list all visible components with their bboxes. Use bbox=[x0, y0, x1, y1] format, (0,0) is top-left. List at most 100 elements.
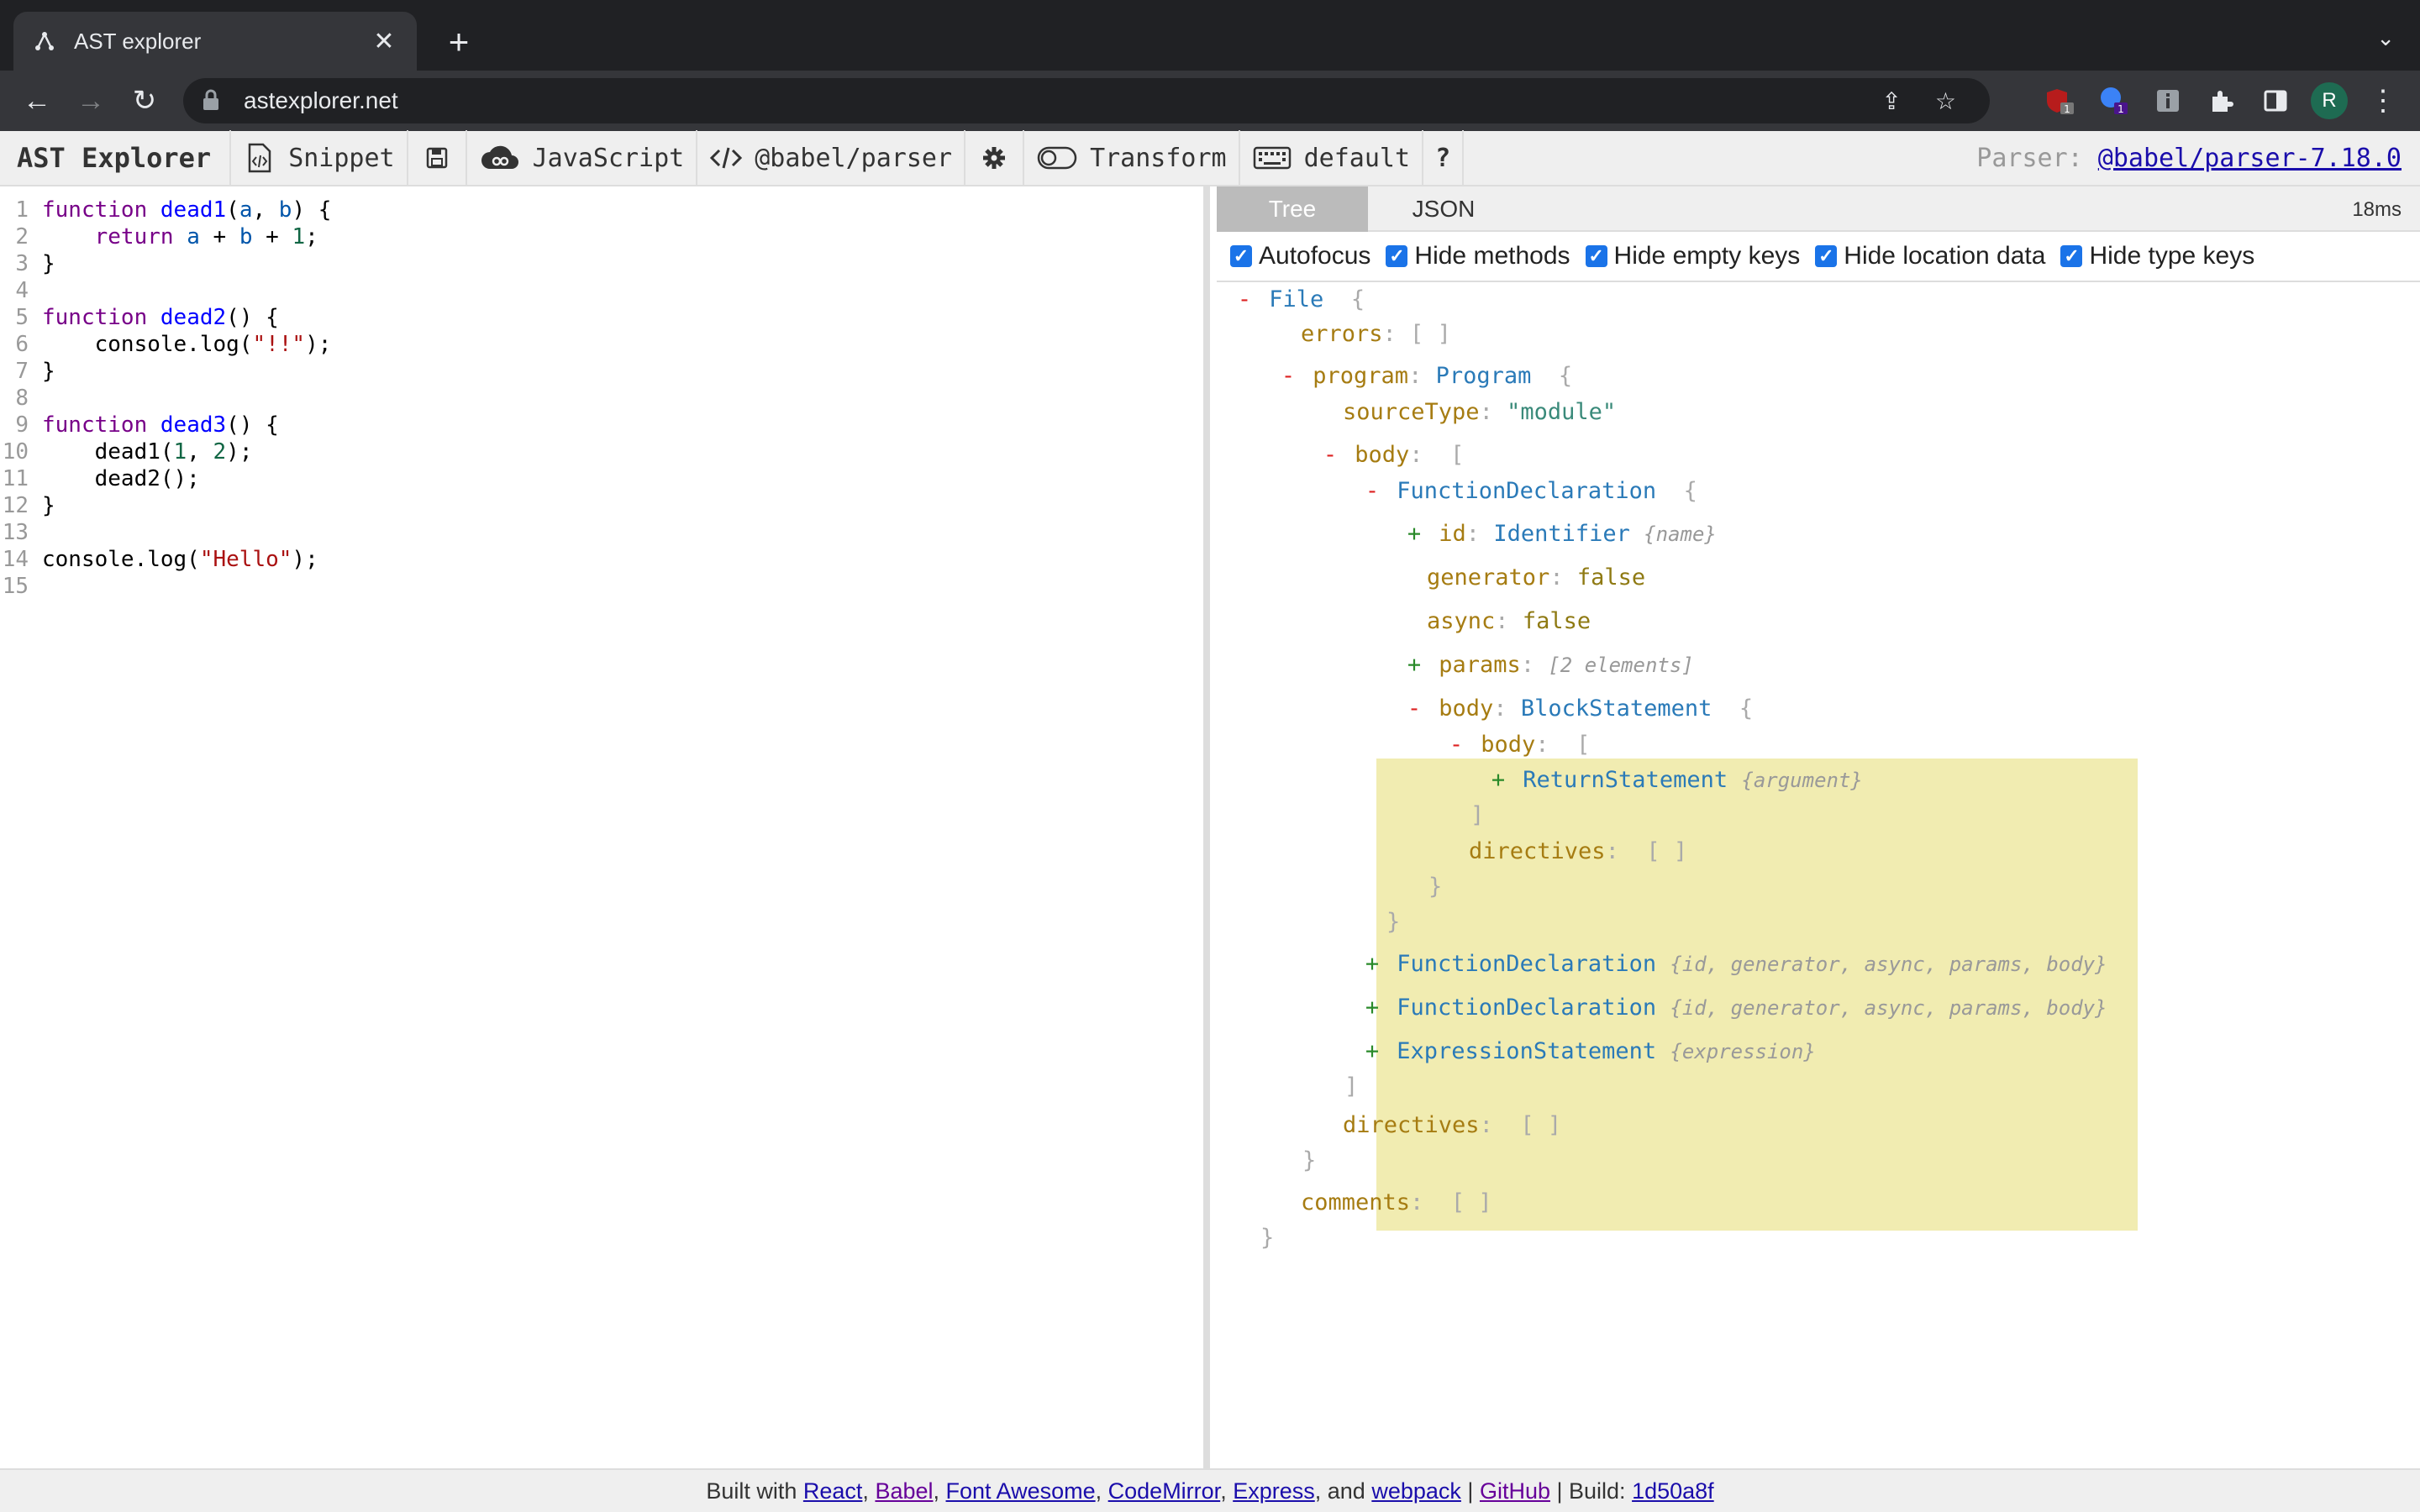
extensions-puzzle-icon[interactable] bbox=[2205, 84, 2238, 118]
code-line[interactable]: 9 function dead3() { bbox=[0, 412, 279, 438]
collapse-toggle[interactable]: - bbox=[1361, 476, 1383, 507]
codemirror-link[interactable]: CodeMirror bbox=[1108, 1478, 1221, 1504]
express-link[interactable]: Express bbox=[1233, 1478, 1315, 1504]
checkbox[interactable]: ✓ bbox=[1815, 245, 1838, 267]
code-line[interactable]: 8 bbox=[0, 385, 42, 412]
expand-toggle[interactable]: + bbox=[1361, 949, 1383, 979]
output-tabs: Tree JSON 18ms bbox=[1217, 186, 2420, 232]
snippet-menu[interactable]: Snippet bbox=[231, 130, 408, 186]
collapse-toggle[interactable]: - bbox=[1403, 694, 1425, 724]
code-line[interactable]: 12} bbox=[0, 492, 55, 519]
save-button[interactable] bbox=[408, 130, 467, 186]
collapse-toggle[interactable]: - bbox=[1277, 361, 1299, 391]
code-line[interactable]: 4 bbox=[0, 277, 42, 304]
tree-node-params[interactable]: + params: [2 elements] bbox=[1403, 650, 1694, 680]
hide-methods-option[interactable]: ✓ Hide methods bbox=[1386, 242, 1570, 270]
keymap-select[interactable]: default bbox=[1240, 130, 1424, 186]
checkbox[interactable]: ✓ bbox=[1230, 245, 1252, 267]
code-text[interactable]: dead2(); bbox=[42, 466, 200, 491]
code-editor[interactable]: 1 function dead1(a, b) {2 return a + b + … bbox=[0, 186, 1210, 1468]
code-line[interactable]: 14 console.log("Hello"); bbox=[0, 546, 318, 573]
tree-node-body[interactable]: - body: [ bbox=[1319, 440, 1464, 470]
code-text[interactable]: dead1(1, 2); bbox=[42, 439, 253, 465]
hide-empty-keys-option[interactable]: ✓ Hide empty keys bbox=[1585, 242, 1800, 270]
share-icon[interactable]: ⇪ bbox=[1881, 87, 1901, 115]
reload-icon[interactable]: ↻ bbox=[126, 82, 163, 119]
code-line[interactable]: 10 dead1(1, 2); bbox=[0, 438, 253, 465]
parser-version-link[interactable]: @babel/parser-7.18.0 bbox=[2098, 144, 2402, 173]
help-button[interactable]: ? bbox=[1423, 130, 1465, 186]
toggle-off-icon bbox=[1036, 141, 1078, 175]
collapse-toggle[interactable]: - bbox=[1319, 440, 1341, 470]
tree-node-program[interactable]: - program: Program { bbox=[1277, 361, 1572, 391]
new-tab-icon[interactable]: + bbox=[437, 20, 481, 64]
code-text[interactable]: console.log("Hello"); bbox=[42, 547, 318, 572]
language-select[interactable]: JavaScript bbox=[467, 130, 698, 186]
code-line[interactable]: 7} bbox=[0, 358, 55, 385]
side-panel-icon[interactable] bbox=[2259, 84, 2292, 118]
back-arrow-icon[interactable]: ← bbox=[18, 82, 55, 119]
collapse-toggle[interactable]: - bbox=[1234, 285, 1255, 315]
tree-node-file[interactable]: - File { bbox=[1234, 285, 1365, 315]
tree-node-function-declaration[interactable]: + FunctionDeclaration {id, generator, as… bbox=[1361, 993, 2107, 1023]
checkbox[interactable]: ✓ bbox=[1386, 245, 1408, 267]
collapse-toggle[interactable]: - bbox=[1445, 730, 1467, 760]
tree-node-block-body[interactable]: - body: BlockStatement { bbox=[1403, 694, 1753, 724]
address-bar[interactable]: astexplorer.net ⇪ ☆ bbox=[183, 78, 1990, 123]
browser-tab[interactable]: AST explorer ✕ bbox=[13, 12, 417, 71]
tree-node-return-statement[interactable]: + ReturnStatement {argument} bbox=[1487, 765, 1863, 795]
expand-toggle[interactable]: + bbox=[1487, 765, 1509, 795]
extension-icon[interactable]: 1 bbox=[2097, 84, 2131, 118]
react-link[interactable]: React bbox=[803, 1478, 863, 1504]
code-line[interactable]: 5 function dead2() { bbox=[0, 304, 279, 331]
tab-search-chevron-icon[interactable]: ⌄ bbox=[2376, 25, 2395, 51]
code-text[interactable]: } bbox=[42, 359, 55, 384]
tree-node-function-declaration[interactable]: + FunctionDeclaration {id, generator, as… bbox=[1361, 949, 2107, 979]
autofocus-option[interactable]: ✓ Autofocus bbox=[1230, 242, 1370, 270]
code-text[interactable]: console.log("!!"); bbox=[42, 332, 332, 357]
tree-node-id[interactable]: + id: Identifier {name} bbox=[1403, 519, 1717, 549]
webpack-link[interactable]: webpack bbox=[1371, 1478, 1461, 1504]
checkbox[interactable]: ✓ bbox=[2060, 245, 2083, 267]
expand-toggle[interactable]: + bbox=[1403, 519, 1425, 549]
bookmark-star-icon[interactable]: ☆ bbox=[1935, 87, 1956, 115]
code-line[interactable]: 1 function dead1(a, b) { bbox=[0, 197, 331, 223]
code-line[interactable]: 6 console.log("!!"); bbox=[0, 331, 331, 358]
code-line[interactable]: 15 bbox=[0, 573, 42, 600]
expand-toggle[interactable]: + bbox=[1361, 1037, 1383, 1067]
profile-avatar[interactable]: R bbox=[2311, 82, 2348, 119]
tree-node-inner-body[interactable]: - body: [ bbox=[1445, 730, 1590, 760]
hide-location-data-option[interactable]: ✓ Hide location data bbox=[1815, 242, 2045, 270]
code-line[interactable]: 3} bbox=[0, 250, 55, 277]
code-line[interactable]: 2 return a + b + 1; bbox=[0, 223, 318, 250]
ublock-extension-icon[interactable]: 1 bbox=[2044, 84, 2077, 118]
close-tab-icon[interactable]: ✕ bbox=[370, 27, 398, 56]
expand-toggle[interactable]: + bbox=[1361, 993, 1383, 1023]
code-text[interactable]: } bbox=[42, 251, 55, 276]
build-link[interactable]: 1d50a8f bbox=[1632, 1478, 1714, 1504]
code-text[interactable]: function dead3() { bbox=[42, 412, 279, 438]
parser-select[interactable]: @babel/parser bbox=[697, 130, 966, 186]
tab-json[interactable]: JSON bbox=[1368, 186, 1519, 232]
checkbox[interactable]: ✓ bbox=[1585, 245, 1607, 267]
tree-node-expression-statement[interactable]: + ExpressionStatement {expression} bbox=[1361, 1037, 1816, 1067]
tab-tree[interactable]: Tree bbox=[1217, 186, 1368, 232]
hide-type-keys-option[interactable]: ✓ Hide type keys bbox=[2060, 242, 2254, 270]
code-text[interactable]: function dead1(a, b) { bbox=[42, 197, 331, 223]
code-text[interactable]: return a + b + 1; bbox=[42, 224, 318, 249]
code-line[interactable]: 13 bbox=[0, 519, 42, 546]
github-link[interactable]: GitHub bbox=[1480, 1478, 1550, 1504]
code-text[interactable]: } bbox=[42, 493, 55, 518]
code-text[interactable]: function dead2() { bbox=[42, 305, 279, 330]
code-line[interactable]: 11 dead2(); bbox=[0, 465, 200, 492]
tree-node-function-declaration[interactable]: - FunctionDeclaration { bbox=[1361, 476, 1697, 507]
line-number: 4 bbox=[15, 278, 29, 303]
transform-toggle[interactable]: Transform bbox=[1024, 130, 1240, 186]
parser-settings-button[interactable] bbox=[965, 130, 1025, 186]
info-extension-icon[interactable] bbox=[2151, 84, 2185, 118]
font-awesome-link[interactable]: Font Awesome bbox=[946, 1478, 1096, 1504]
babel-link[interactable]: Babel bbox=[875, 1478, 933, 1504]
expand-toggle[interactable]: + bbox=[1403, 650, 1425, 680]
forward-arrow-icon[interactable]: → bbox=[72, 82, 109, 119]
browser-menu-icon[interactable]: ⋮ bbox=[2365, 82, 2402, 119]
